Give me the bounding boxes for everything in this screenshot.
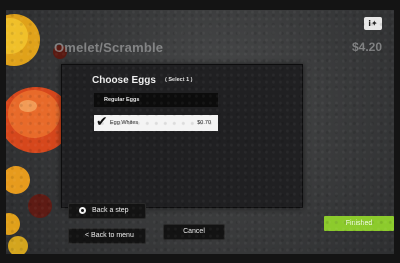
option-label: Egg Whites: [110, 120, 139, 126]
cancel-button[interactable]: Cancel: [163, 224, 225, 240]
item-price: $4.20: [351, 40, 382, 54]
kiosk-screen: Omelet/Scramble $4.20 i✦ Choose Eggs ( S…: [6, 10, 394, 254]
dialog-subtitle: ( Select 1 ): [165, 77, 193, 83]
back-to-menu-button[interactable]: < Back to menu: [68, 228, 146, 244]
nutrition-info-icon[interactable]: i✦: [364, 17, 382, 30]
option-label: Regular Eggs: [104, 97, 140, 103]
button-label: < Back to menu: [85, 232, 134, 239]
finished-button[interactable]: Finished: [324, 216, 394, 231]
back-a-step-button[interactable]: Back a step: [68, 203, 146, 219]
radio-dot-icon: [79, 207, 86, 214]
choose-eggs-dialog: Choose Eggs ( Select 1 ) Regular Eggs ✔ …: [61, 64, 303, 208]
option-egg-whites[interactable]: ✔ Egg Whites $0.70: [94, 114, 218, 131]
item-title: Omelet/Scramble: [54, 40, 164, 55]
option-regular-eggs[interactable]: Regular Eggs: [94, 93, 218, 107]
dialog-title: Choose Eggs: [92, 75, 156, 86]
button-label: Back a step: [92, 207, 129, 214]
checkmark-icon: ✔: [96, 114, 108, 130]
option-price: $0.70: [197, 120, 211, 126]
